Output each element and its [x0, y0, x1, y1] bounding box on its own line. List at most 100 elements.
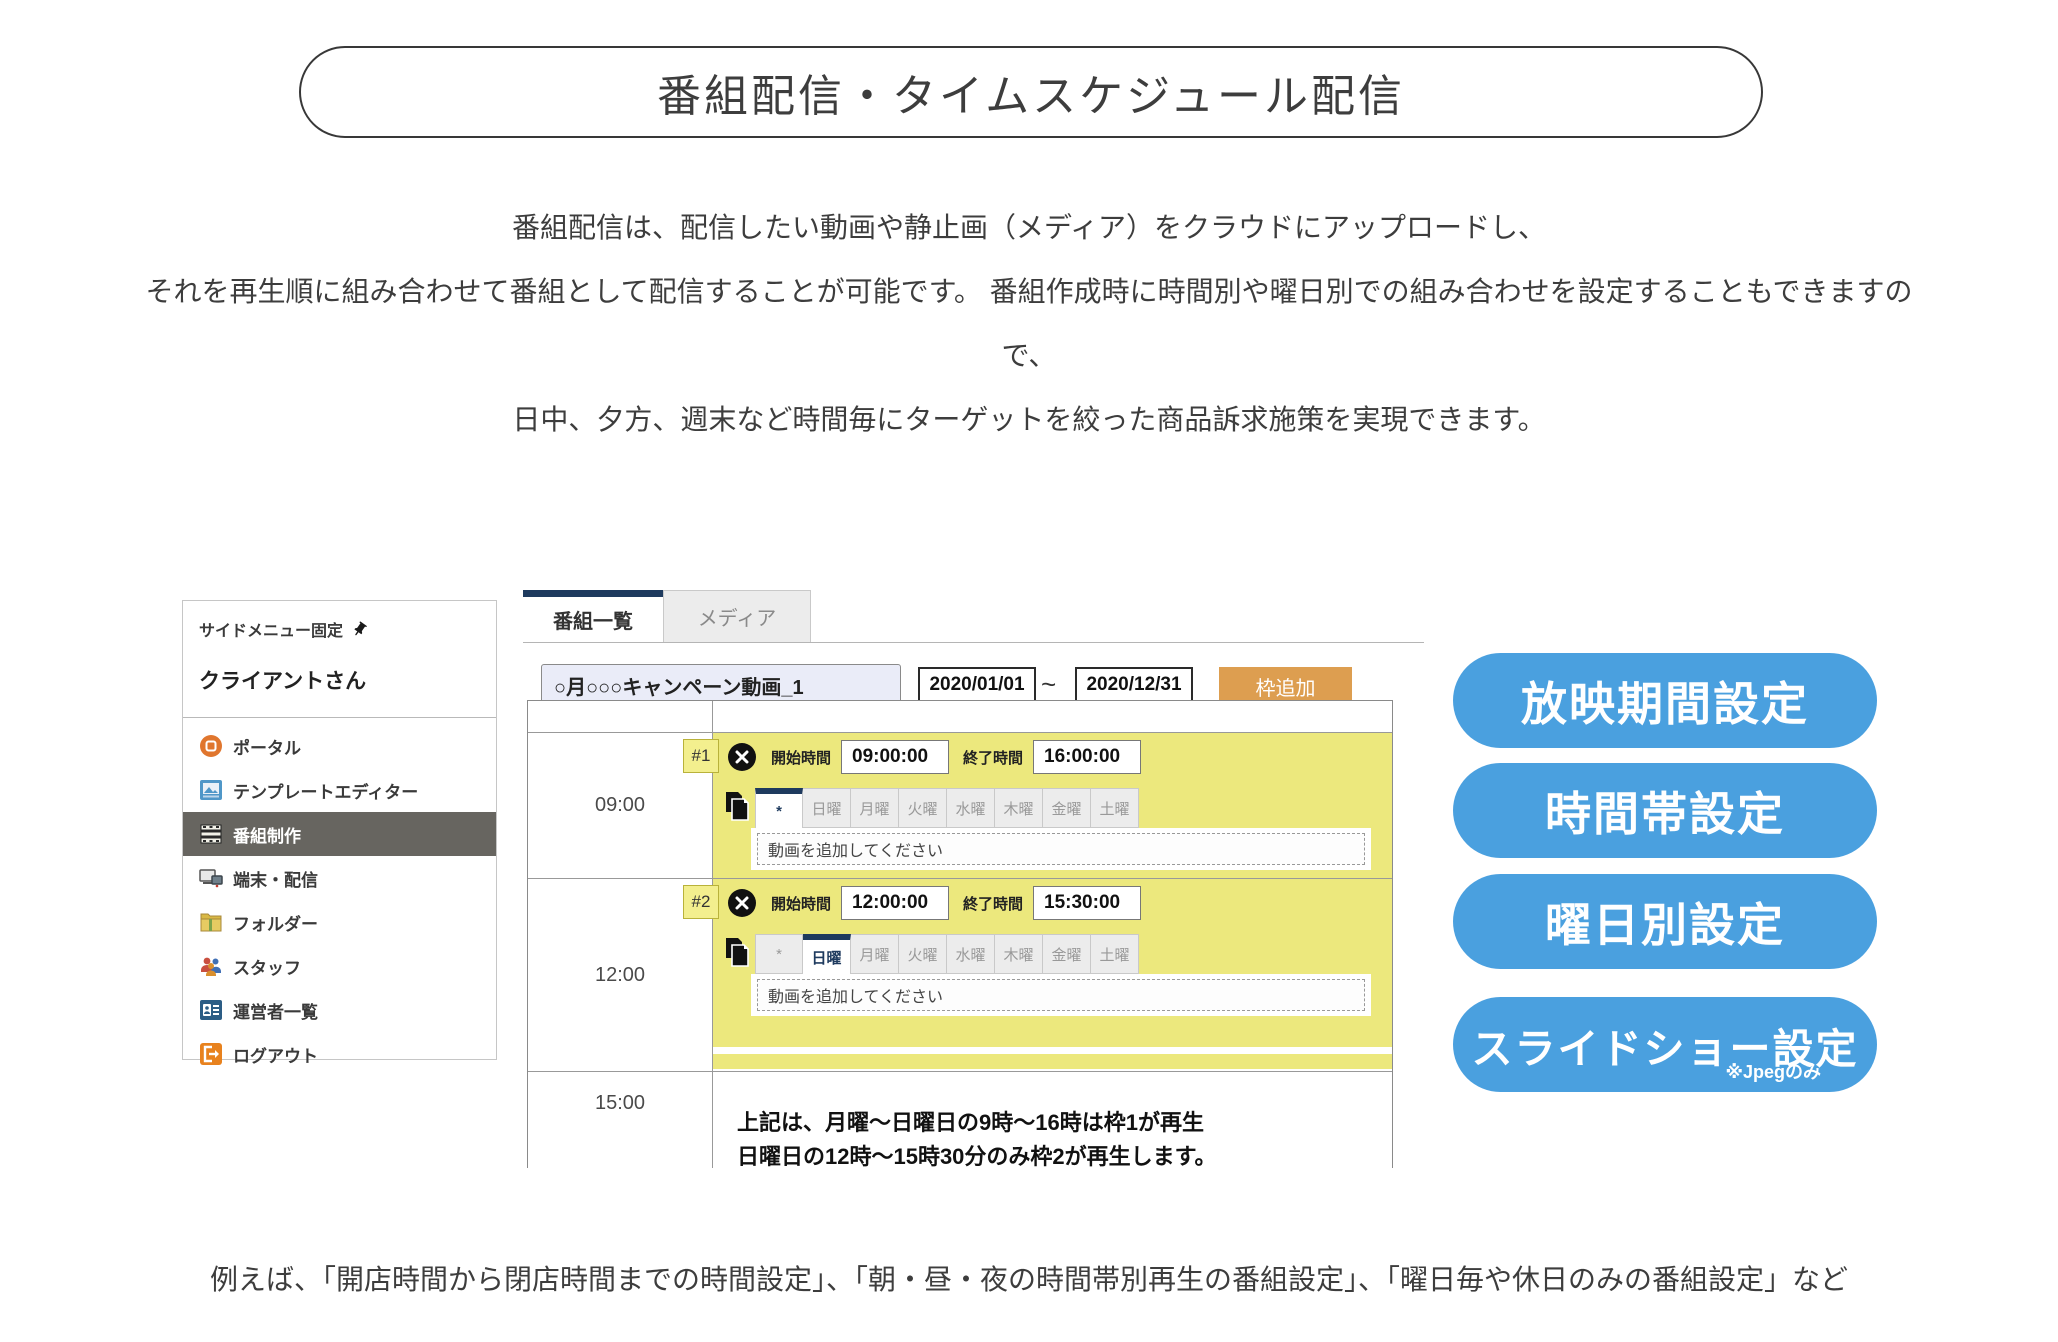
- pushpin-icon: [351, 621, 368, 638]
- day-tab-thu[interactable]: 木曜: [995, 934, 1043, 974]
- schedule-cell-1500: 上記は、月曜〜日曜日の9時〜16時は枠1が再生 日曜日の12時〜15時30分のみ…: [713, 1072, 1392, 1168]
- portal-icon: [199, 734, 223, 758]
- end-date-input[interactable]: 2020/12/31: [1075, 667, 1193, 703]
- intro-line: それを再生順に組み合わせて番組として配信することが可能です。 番組作成時に時間別…: [0, 260, 2058, 324]
- day-tab-label: 金曜: [1051, 798, 1081, 819]
- schedule-cell-0900: #1 開始時間 09:00:00 終了時間 16:00:00 *: [713, 733, 1392, 878]
- sidebar-menu: ポータル テンプレートエディター 番組制作 端末・配信 フォルダー: [183, 724, 496, 1076]
- day-tab-label: 日曜: [811, 947, 841, 968]
- sidebar-item-label: 端末・配信: [233, 866, 318, 891]
- staff-icon: [199, 954, 223, 978]
- add-video-dropzone[interactable]: 動画を追加してください: [757, 979, 1365, 1011]
- tab-program-list[interactable]: 番組一覧: [523, 590, 663, 642]
- sidebar-pin-toggle[interactable]: サイドメニュー固定: [183, 601, 496, 641]
- tab-media[interactable]: メディア: [663, 590, 811, 642]
- frame-2: #2 開始時間 12:00:00 終了時間 15:30:00 *: [713, 879, 1392, 1047]
- frame-1-end-time-input[interactable]: 16:00:00: [1033, 740, 1141, 774]
- frame-1-end-value: 16:00:00: [1044, 746, 1120, 768]
- sidebar-item-label: ログアウト: [233, 1042, 318, 1067]
- sidebar-item-label: フォルダー: [233, 910, 318, 935]
- devices-icon: [199, 866, 223, 890]
- intro-line: 日中、夕方、週末など時間毎にターゲットを絞った商品訴求施策を実現できます。: [0, 388, 2058, 452]
- date-range-separator: ~: [1041, 669, 1056, 700]
- sidebar-item-portal[interactable]: ポータル: [183, 724, 496, 768]
- folder-icon: [199, 910, 223, 934]
- day-tab-all[interactable]: *: [755, 934, 803, 974]
- day-tab-all[interactable]: *: [755, 788, 803, 828]
- sidebar-item-logout[interactable]: ログアウト: [183, 1032, 496, 1076]
- dropzone-text: 動画を追加してください: [768, 837, 943, 861]
- frame-2-end-value: 15:30:00: [1044, 892, 1120, 914]
- copy-frame-icon[interactable]: [723, 791, 751, 821]
- day-tab-mon[interactable]: 月曜: [851, 788, 899, 828]
- schedule-row-0900: 09:00 #1 開始時間 09:00:00 終了時間 16:00:00: [528, 733, 1392, 879]
- day-tab-fri[interactable]: 金曜: [1043, 788, 1091, 828]
- badge-slideshow-note: ※Jpegのみ: [1725, 1058, 1821, 1084]
- end-time-label: 終了時間: [963, 747, 1023, 768]
- frame-2-video-area: 動画を追加してください: [751, 974, 1371, 1016]
- schedule-note-line: 上記は、月曜〜日曜日の9時〜16時は枠1が再生: [737, 1106, 1392, 1140]
- start-time-label: 開始時間: [771, 893, 831, 914]
- day-tab-label: 日曜: [811, 798, 841, 819]
- sidebar-item-label: テンプレートエディター: [233, 778, 418, 803]
- day-tab-label: 月曜: [859, 944, 889, 965]
- frame-2-start-time-input[interactable]: 12:00:00: [841, 886, 949, 920]
- badge-time-slot: 時間帯設定: [1453, 763, 1877, 858]
- day-tab-label: *: [776, 803, 782, 820]
- operators-list-icon: [199, 998, 223, 1022]
- page-title: 番組配信・タイムスケジュール配信: [299, 46, 1763, 138]
- schedule-note-line: 日曜日の12時〜15時30分のみ枠2が再生します。: [737, 1140, 1392, 1168]
- sidebar-item-label: 番組制作: [233, 822, 301, 847]
- day-tab-thu[interactable]: 木曜: [995, 788, 1043, 828]
- sidebar-item-label: 運営者一覧: [233, 998, 318, 1023]
- day-tab-mon[interactable]: 月曜: [851, 934, 899, 974]
- sidebar-item-folder[interactable]: フォルダー: [183, 900, 496, 944]
- schedule-header-row: [528, 701, 1392, 733]
- intro-line: 番組配信は、配信したい動画や静止画（メディア）をクラウドにアップロードし、: [0, 196, 2058, 260]
- sidebar-item-template-editor[interactable]: テンプレートエディター: [183, 768, 496, 812]
- day-tab-label: 土曜: [1099, 944, 1129, 965]
- frame-1-start-time-input[interactable]: 09:00:00: [841, 740, 949, 774]
- frame-2-yellow-strip: [713, 1054, 1392, 1069]
- day-tab-label: *: [776, 946, 782, 963]
- example-text: 例えば、「開店時間から閉店時間までの時間設定」、「朝・昼・夜の時間帯別再生の番組…: [0, 1258, 2058, 1298]
- sidebar-item-operators-list[interactable]: 運営者一覧: [183, 988, 496, 1032]
- day-tab-sun[interactable]: 日曜: [803, 788, 851, 828]
- delete-frame-icon[interactable]: [727, 888, 757, 918]
- day-tab-wed[interactable]: 水曜: [947, 788, 995, 828]
- sidebar-item-program-production[interactable]: 番組制作: [183, 812, 496, 856]
- day-tab-label: 木曜: [1003, 944, 1033, 965]
- frame-2-start-value: 12:00:00: [852, 892, 928, 914]
- frame-1-start-value: 09:00:00: [852, 746, 928, 768]
- badge-label: 曜日別設定: [1545, 889, 1785, 955]
- page-title-text: 番組配信・タイムスケジュール配信: [657, 60, 1405, 124]
- day-tab-label: 木曜: [1003, 798, 1033, 819]
- frame-2-time-row: 開始時間 12:00:00 終了時間 15:30:00: [713, 879, 1392, 920]
- day-tab-tue[interactable]: 火曜: [899, 788, 947, 828]
- day-tab-sat[interactable]: 土曜: [1091, 788, 1139, 828]
- sidebar-item-devices-delivery[interactable]: 端末・配信: [183, 856, 496, 900]
- day-tab-tue[interactable]: 火曜: [899, 934, 947, 974]
- day-tab-label: 火曜: [907, 944, 937, 965]
- badge-day-of-week: 曜日別設定: [1453, 874, 1877, 969]
- frame-1-tag: #1: [683, 739, 719, 773]
- start-date-input[interactable]: 2020/01/01: [918, 667, 1036, 703]
- sidebar-item-staff[interactable]: スタッフ: [183, 944, 496, 988]
- sidebar-item-label: スタッフ: [233, 954, 301, 979]
- add-frame-label: 枠追加: [1256, 672, 1316, 701]
- add-video-dropzone[interactable]: 動画を追加してください: [757, 833, 1365, 865]
- copy-frame-icon[interactable]: [723, 937, 751, 967]
- day-tab-sun[interactable]: 日曜: [803, 934, 851, 974]
- dropzone-text: 動画を追加してください: [768, 983, 943, 1007]
- sidebar-item-label: ポータル: [233, 734, 301, 759]
- film-strip-icon: [199, 822, 223, 846]
- schedule-note: 上記は、月曜〜日曜日の9時〜16時は枠1が再生 日曜日の12時〜15時30分のみ…: [713, 1072, 1392, 1168]
- day-tab-wed[interactable]: 水曜: [947, 934, 995, 974]
- frame-1-day-tabs: * 日曜 月曜 火曜 水曜 木曜 金曜 土曜: [755, 788, 1392, 828]
- feature-badges: 放映期間設定 時間帯設定 曜日別設定 スライドショー設定 ※Jpegのみ: [1453, 653, 1877, 1092]
- badge-label: 時間帯設定: [1545, 778, 1785, 844]
- delete-frame-icon[interactable]: [727, 742, 757, 772]
- day-tab-sat[interactable]: 土曜: [1091, 934, 1139, 974]
- frame-2-end-time-input[interactable]: 15:30:00: [1033, 886, 1141, 920]
- day-tab-fri[interactable]: 金曜: [1043, 934, 1091, 974]
